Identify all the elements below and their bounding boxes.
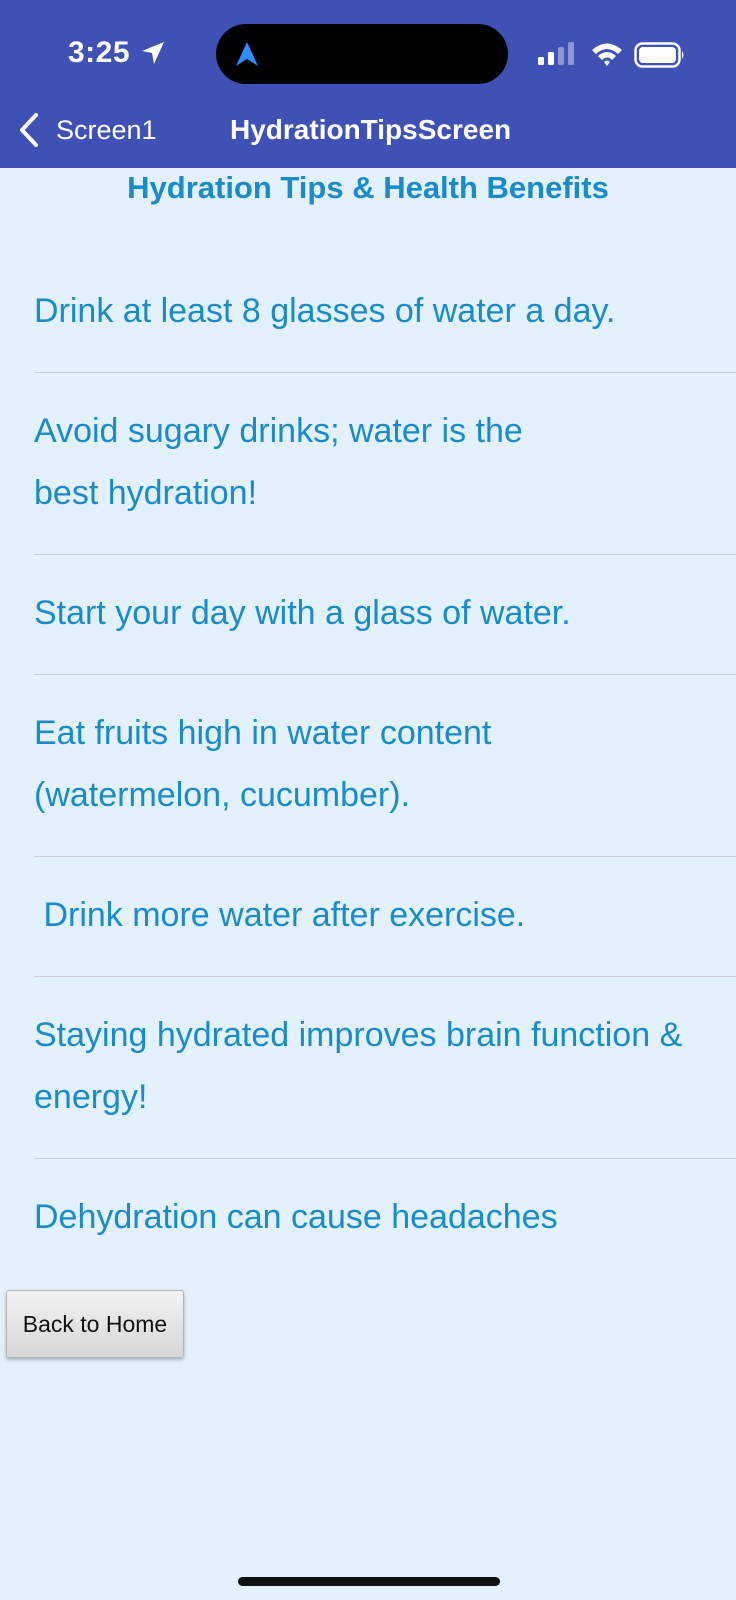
page-title: Hydration Tips & Health Benefits bbox=[127, 170, 609, 205]
home-indicator[interactable] bbox=[238, 1577, 500, 1586]
nav-back-label: Screen1 bbox=[56, 114, 157, 145]
app-header: 3:25 Screen1 HydrationTipsScreen bbox=[0, 0, 736, 168]
tip-item: Staying hydrated improves brain function… bbox=[34, 977, 736, 1159]
tips-list: Drink at least 8 glasses of water a day.… bbox=[0, 253, 736, 1278]
status-time: 3:25 bbox=[68, 36, 131, 69]
nav-title: HydrationTipsScreen bbox=[230, 114, 512, 145]
nav-back-button[interactable]: Screen1 bbox=[18, 110, 157, 150]
cellular-signal-icon bbox=[538, 42, 574, 65]
tip-item: Start your day with a glass of water. bbox=[34, 555, 736, 675]
tip-item: Eat fruits high in water content (waterm… bbox=[34, 675, 736, 857]
tip-item: Dehydration can cause headaches bbox=[34, 1198, 558, 1236]
screen: 3:25 Screen1 HydrationTipsScreen Hydrati… bbox=[0, 0, 736, 1600]
chevron-left-icon bbox=[20, 113, 38, 147]
back-to-home-button[interactable]: Back to Home bbox=[6, 1290, 184, 1358]
location-arrow-icon bbox=[142, 42, 164, 64]
navigation-arrow-icon bbox=[236, 42, 258, 66]
wifi-icon bbox=[592, 43, 622, 66]
battery-icon bbox=[634, 42, 684, 68]
tip-item: Avoid sugary drinks; water is the best h… bbox=[34, 373, 736, 555]
tip-item: Drink more water after exercise. bbox=[34, 857, 736, 977]
tip-item: Drink at least 8 glasses of water a day. bbox=[34, 253, 736, 373]
